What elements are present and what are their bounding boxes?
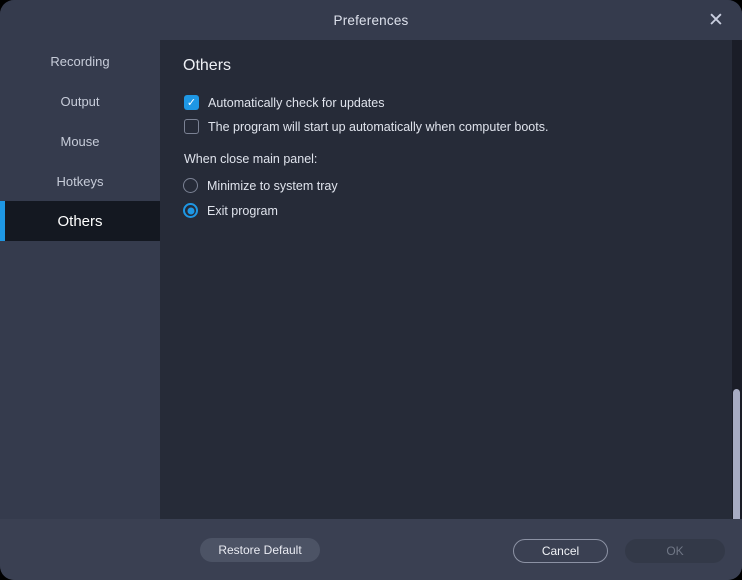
titlebar: Preferences ✕ bbox=[0, 0, 742, 40]
exit-program-row: Exit program bbox=[183, 203, 278, 218]
sidebar-item-mouse[interactable]: Mouse bbox=[0, 121, 160, 161]
checkbox-auto-update[interactable]: ✓ bbox=[184, 95, 199, 110]
radio-minimize-to-tray[interactable] bbox=[183, 178, 198, 193]
checkbox-label[interactable]: The program will start up automatically … bbox=[208, 120, 548, 134]
sidebar-item-recording[interactable]: Recording bbox=[0, 41, 160, 81]
sidebar-item-others[interactable]: Others bbox=[0, 201, 160, 241]
window-title: Preferences bbox=[334, 13, 409, 28]
radio-exit-program[interactable] bbox=[183, 203, 198, 218]
sidebar-item-hotkeys[interactable]: Hotkeys bbox=[0, 161, 160, 201]
sidebar: Recording Output Mouse Hotkeys Others bbox=[0, 40, 160, 519]
restore-default-button[interactable]: Restore Default bbox=[200, 538, 320, 562]
radio-label[interactable]: Exit program bbox=[207, 204, 278, 218]
page-title: Others bbox=[183, 57, 231, 75]
scrollbar-thumb[interactable] bbox=[733, 389, 740, 523]
sidebar-item-label: Recording bbox=[50, 54, 109, 69]
sidebar-item-label: Mouse bbox=[60, 134, 99, 149]
footer-bar: Restore Default Cancel OK bbox=[0, 519, 742, 580]
radio-label[interactable]: Minimize to system tray bbox=[207, 179, 338, 193]
minimize-tray-row: Minimize to system tray bbox=[183, 178, 338, 193]
sidebar-item-output[interactable]: Output bbox=[0, 81, 160, 121]
cancel-button[interactable]: Cancel bbox=[513, 539, 608, 563]
checkbox-auto-startup[interactable] bbox=[184, 119, 199, 134]
sidebar-item-label: Hotkeys bbox=[57, 174, 104, 189]
ok-button[interactable]: OK bbox=[625, 539, 725, 563]
update-check-row: ✓ Automatically check for updates bbox=[184, 95, 384, 110]
sidebar-item-label: Output bbox=[60, 94, 99, 109]
preferences-dialog: Preferences ✕ Recording Output Mouse Hot… bbox=[0, 0, 742, 580]
close-icon[interactable]: ✕ bbox=[700, 4, 732, 36]
radio-group-label: When close main panel: bbox=[184, 152, 317, 166]
sidebar-item-label: Others bbox=[57, 213, 102, 230]
content-pane: Others ✓ Automatically check for updates… bbox=[160, 40, 732, 519]
selected-accent-bar bbox=[0, 201, 5, 241]
checkbox-label[interactable]: Automatically check for updates bbox=[208, 96, 384, 110]
startup-row: The program will start up automatically … bbox=[184, 119, 548, 134]
